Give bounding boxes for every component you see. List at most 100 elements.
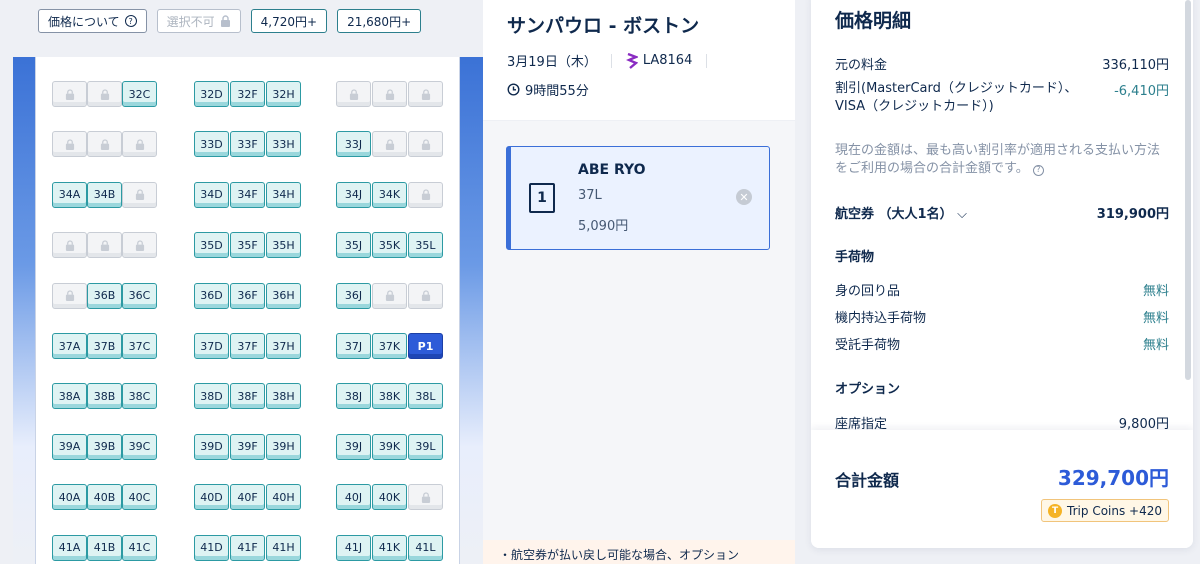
seat-38j[interactable]: 38J: [336, 383, 371, 410]
seat-39d[interactable]: 39D: [194, 433, 229, 460]
seat-32f[interactable]: 32F: [230, 81, 265, 107]
about-price-button[interactable]: 価格について ?: [38, 9, 147, 33]
seat-37l[interactable]: P1: [408, 333, 443, 359]
seat-33f[interactable]: 33F: [230, 131, 265, 158]
seat-40c[interactable]: 40C: [122, 484, 157, 511]
remove-seat-icon[interactable]: ✕: [736, 189, 752, 205]
seat-41a[interactable]: 41A: [52, 534, 87, 561]
seat-38f[interactable]: 38F: [230, 383, 265, 410]
seat-35f[interactable]: 35F: [230, 232, 265, 259]
seat-32d[interactable]: 32D: [194, 81, 229, 107]
lock-icon: [100, 240, 109, 251]
lock-icon: [100, 139, 109, 150]
seat-37h[interactable]: 37H: [266, 333, 301, 359]
lock-icon: [385, 88, 394, 100]
price-scrollbar[interactable]: [1185, 0, 1191, 380]
seat-32k: [372, 81, 407, 107]
seat-38h[interactable]: 38H: [266, 383, 301, 410]
ticket-row[interactable]: 航空券 （大人1名） ⌵ 319,900円: [835, 203, 1169, 222]
seat-34h[interactable]: 34H: [266, 181, 301, 208]
seat-39c[interactable]: 39C: [122, 433, 157, 460]
seat-36h[interactable]: 36H: [266, 282, 301, 309]
seat-34f[interactable]: 34F: [230, 181, 265, 208]
seat-41h[interactable]: 41H: [266, 534, 301, 561]
seat-41f[interactable]: 41F: [230, 534, 265, 561]
lock-icon: [135, 139, 144, 150]
seat-40k[interactable]: 40K: [372, 484, 407, 511]
lock-icon: [421, 189, 430, 201]
price-details-panel: 価格明細 元の料金 336,110円 割引(MasterCard（クレジットカー…: [811, 0, 1193, 548]
seat-36c[interactable]: 36C: [122, 282, 157, 309]
seat-39j[interactable]: 39J: [336, 433, 371, 460]
passenger-card[interactable]: 1 ABE RYO 37L 5,090円 ✕: [506, 146, 770, 250]
note-help-icon[interactable]: ?: [1032, 164, 1044, 176]
seat-41c[interactable]: 41C: [122, 534, 157, 561]
seat-32h[interactable]: 32H: [266, 81, 301, 107]
seat-39b[interactable]: 39B: [87, 433, 122, 460]
lock-icon: [385, 290, 394, 302]
seat-39l[interactable]: 39L: [408, 433, 443, 460]
seat-37j[interactable]: 37J: [336, 333, 371, 359]
seat-35k[interactable]: 35K: [372, 232, 407, 259]
seat-41d[interactable]: 41D: [194, 534, 229, 561]
seat-39f[interactable]: 39F: [230, 433, 265, 460]
seat-34a[interactable]: 34A: [52, 181, 87, 208]
seat-37b[interactable]: 37B: [87, 333, 122, 359]
seat-37k[interactable]: 37K: [372, 333, 407, 359]
seat-40b[interactable]: 40B: [87, 484, 122, 511]
seat-36f[interactable]: 36F: [230, 282, 265, 309]
seat-40d[interactable]: 40D: [194, 484, 229, 511]
clock-icon: [507, 83, 520, 96]
seat-32b: [87, 81, 122, 107]
seat-35h[interactable]: 35H: [266, 232, 301, 259]
lock-icon: [421, 88, 430, 100]
flight-duration: 9時間55分: [507, 80, 771, 99]
seat-33h[interactable]: 33H: [266, 131, 301, 158]
seat-39a[interactable]: 39A: [52, 433, 87, 460]
seat-38b[interactable]: 38B: [87, 383, 122, 410]
seat-38k[interactable]: 38K: [372, 383, 407, 410]
seat-41b[interactable]: 41B: [87, 534, 122, 561]
seat-37d[interactable]: 37D: [194, 333, 229, 359]
seat-36b[interactable]: 36B: [87, 282, 122, 309]
seat-34k[interactable]: 34K: [372, 181, 407, 208]
seat-41l[interactable]: 41L: [408, 534, 443, 561]
lock-icon: [220, 15, 230, 27]
seat-39k[interactable]: 39K: [372, 433, 407, 460]
seat-33d[interactable]: 33D: [194, 131, 229, 158]
seat-40a[interactable]: 40A: [52, 484, 87, 511]
seat-40h[interactable]: 40H: [266, 484, 301, 511]
seat-38l[interactable]: 38L: [408, 383, 443, 410]
seat-34d[interactable]: 34D: [194, 181, 229, 208]
seat-37c[interactable]: 37C: [122, 333, 157, 359]
lock-icon: [421, 492, 430, 503]
seat-37a[interactable]: 37A: [52, 333, 87, 359]
seat-34j[interactable]: 34J: [336, 181, 371, 208]
flight-summary: サンパウロ - ボストン 3月19日（木） LA8164 9時間55分: [483, 0, 795, 121]
baggage-row: 機内持込手荷物 無料: [835, 307, 1169, 326]
seat-36d[interactable]: 36D: [194, 282, 229, 309]
seat-38c[interactable]: 38C: [122, 383, 157, 410]
seat-40j[interactable]: 40J: [336, 484, 371, 511]
seat-41j[interactable]: 41J: [336, 534, 371, 561]
seat-35d[interactable]: 35D: [194, 232, 229, 259]
seat-34b[interactable]: 34B: [87, 181, 122, 208]
seat-33a: [52, 131, 87, 158]
route-title: サンパウロ - ボストン: [507, 15, 700, 37]
seat-32c[interactable]: 32C: [122, 81, 157, 107]
baggage-label: 機内持込手荷物: [835, 311, 927, 326]
seat-41k[interactable]: 41K: [372, 534, 407, 561]
seat-38d[interactable]: 38D: [194, 383, 229, 410]
airline-logo-icon: [625, 52, 638, 69]
passenger-seat: 37L: [578, 188, 602, 203]
seat-38a[interactable]: 38A: [52, 383, 87, 410]
seat-36j[interactable]: 36J: [336, 282, 371, 309]
seat-35j[interactable]: 35J: [336, 232, 371, 259]
seat-40f[interactable]: 40F: [230, 484, 265, 511]
seat-37f[interactable]: 37F: [230, 333, 265, 359]
seat-35c: [122, 232, 157, 259]
seat-35l[interactable]: 35L: [408, 232, 443, 259]
seat-39h[interactable]: 39H: [266, 433, 301, 460]
seat-33j[interactable]: 33J: [336, 131, 371, 158]
ticket-label: 航空券 （大人1名） ⌵: [835, 203, 967, 222]
